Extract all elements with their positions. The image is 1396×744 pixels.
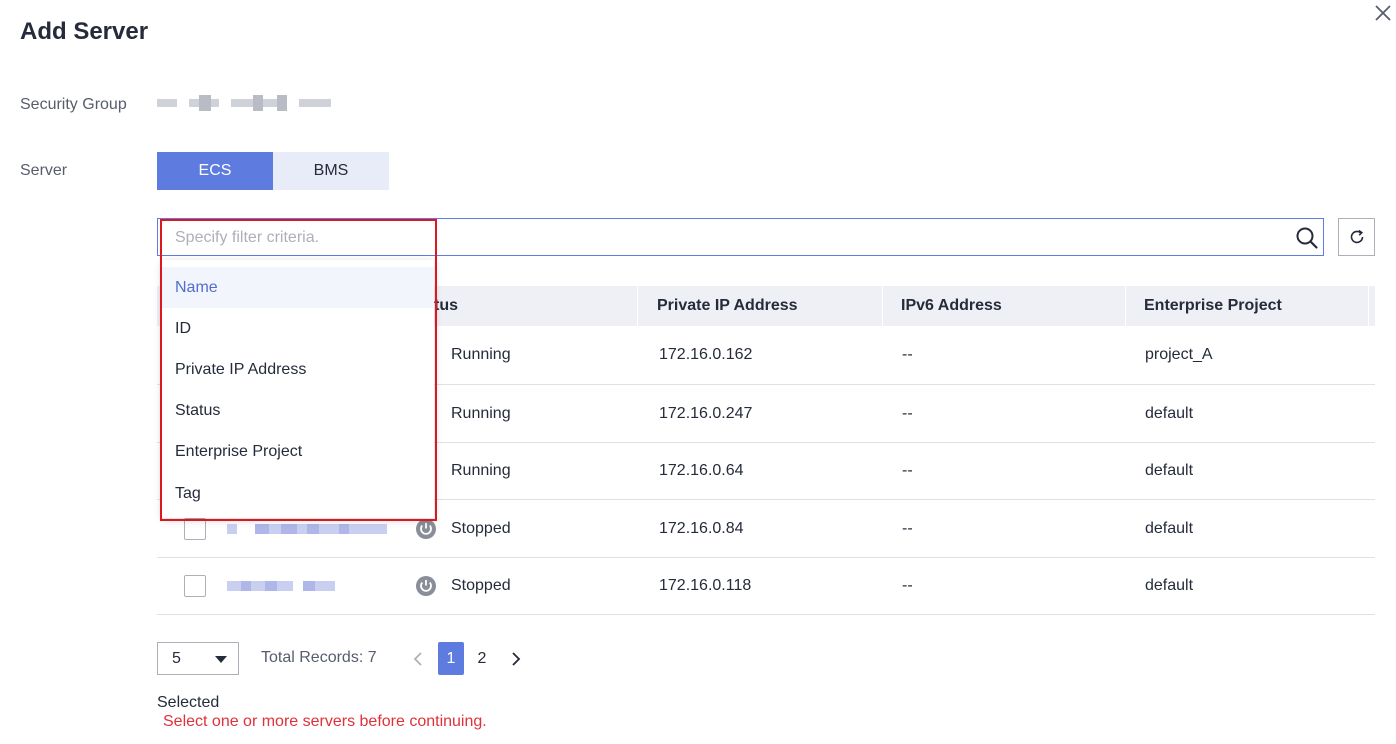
enterprise-project: project_A — [1145, 346, 1213, 363]
dialog-title: Add Server — [20, 18, 149, 45]
row-checkbox[interactable] — [184, 575, 206, 597]
page-1[interactable]: 1 — [438, 642, 464, 675]
ipv6-address: -- — [902, 462, 913, 479]
power-icon — [416, 576, 436, 596]
filter-option-private-ip[interactable]: Private IP Address — [162, 349, 434, 390]
status-text: Running — [451, 404, 511, 422]
filter-option-status[interactable]: Status — [162, 390, 434, 431]
status-text: Running — [451, 462, 511, 479]
enterprise-project: default — [1145, 577, 1194, 594]
page-2[interactable]: 2 — [469, 642, 495, 675]
power-icon — [416, 518, 436, 539]
server-name-redacted — [227, 519, 387, 539]
private-ip: 172.16.0.64 — [659, 462, 744, 479]
security-group-value-redacted — [157, 92, 331, 114]
status-text: Stopped — [451, 519, 511, 537]
private-ip: 172.16.0.84 — [659, 519, 744, 537]
filter-criteria-dropdown: Name ID Private IP Address Status Enterp… — [162, 260, 434, 518]
search-icon[interactable] — [1295, 226, 1319, 250]
column-private-ip[interactable]: Private IP Address — [657, 286, 798, 326]
filter-option-enterprise-project[interactable]: Enterprise Project — [162, 431, 434, 472]
enterprise-project: default — [1145, 404, 1194, 422]
status-text: Running — [451, 346, 511, 363]
enterprise-project: default — [1145, 462, 1194, 479]
filter-input[interactable] — [175, 226, 1275, 250]
tab-bms[interactable]: BMS — [273, 152, 389, 190]
private-ip: 172.16.0.118 — [659, 577, 752, 594]
enterprise-project: default — [1145, 519, 1194, 537]
chevron-right-icon[interactable] — [507, 648, 525, 670]
selected-label: Selected — [157, 694, 220, 711]
ipv6-address: -- — [902, 577, 913, 594]
refresh-button[interactable] — [1338, 218, 1375, 256]
page-size-select[interactable]: 5 — [157, 642, 239, 675]
ipv6-address: -- — [902, 519, 913, 537]
ipv6-address: -- — [902, 404, 913, 422]
filter-option-tag[interactable]: Tag — [162, 473, 434, 514]
caret-down-icon — [215, 656, 227, 663]
filter-search-box — [157, 218, 1324, 256]
private-ip: 172.16.0.162 — [659, 346, 753, 363]
status-text: Stopped — [451, 577, 511, 594]
table-row[interactable]: Stopped 172.16.0.118 -- default — [157, 558, 1375, 615]
server-type-switch: ECS BMS — [157, 152, 389, 190]
total-records: Total Records: 7 — [261, 649, 377, 666]
server-label: Server — [20, 162, 68, 179]
security-group-label: Security Group — [20, 96, 127, 113]
close-icon[interactable] — [1372, 2, 1394, 24]
column-ipv6[interactable]: IPv6 Address — [901, 286, 1002, 326]
private-ip: 172.16.0.247 — [659, 404, 753, 422]
selection-error-message: Select one or more servers before contin… — [163, 713, 487, 730]
filter-option-id[interactable]: ID — [162, 308, 434, 349]
column-enterprise-project[interactable]: Enterprise Project — [1144, 286, 1282, 326]
ipv6-address: -- — [902, 346, 913, 363]
server-name-redacted — [227, 576, 335, 596]
row-checkbox[interactable] — [184, 517, 206, 540]
page-size-value: 5 — [172, 650, 181, 667]
filter-option-name[interactable]: Name — [162, 267, 434, 308]
refresh-icon — [1350, 229, 1363, 244]
chevron-left-icon[interactable] — [409, 648, 427, 670]
column-status[interactable]: tus — [434, 286, 458, 326]
tab-ecs[interactable]: ECS — [157, 152, 273, 190]
